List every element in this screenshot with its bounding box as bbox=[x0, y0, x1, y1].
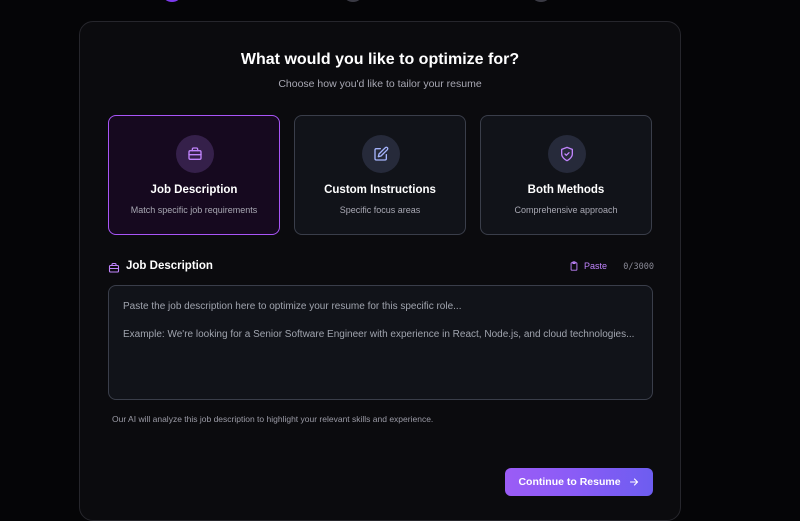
job-description-header: Job Description Paste 0/3000 bbox=[108, 260, 654, 276]
arrow-right-icon bbox=[629, 478, 638, 486]
option-title: Custom Instructions bbox=[324, 184, 436, 196]
page-subtitle: Choose how you'd like to tailor your res… bbox=[278, 78, 482, 90]
helper-text: Our AI will analyze this job description… bbox=[112, 414, 434, 424]
paste-label: Paste bbox=[584, 261, 608, 271]
continue-label: Continue to Resume bbox=[518, 476, 621, 488]
step-indicator-1 bbox=[163, 0, 181, 2]
option-description: Match specific job requirements bbox=[130, 205, 258, 215]
job-description-textarea[interactable]: Paste the job description here to optimi… bbox=[108, 285, 653, 400]
option-title: Job Description bbox=[150, 184, 238, 196]
placeholder-line-1: Paste the job description here to optimi… bbox=[123, 301, 462, 312]
option-title: Both Methods bbox=[527, 184, 605, 196]
optimization-panel: What would you like to optimize for? Cho… bbox=[79, 21, 681, 521]
shield-check-icon bbox=[548, 135, 586, 173]
paste-button[interactable]: Paste bbox=[569, 261, 607, 271]
step-indicator-2 bbox=[344, 0, 362, 2]
briefcase-icon bbox=[176, 135, 214, 173]
page-title: What would you like to optimize for? bbox=[240, 51, 520, 68]
progress-stepper bbox=[0, 0, 800, 6]
option-description: Specific focus areas bbox=[339, 205, 421, 215]
option-card-job-description[interactable]: Job Description Match specific job requi… bbox=[108, 115, 280, 235]
continue-to-resume-button[interactable]: Continue to Resume bbox=[505, 468, 653, 496]
character-count: 0/3000 bbox=[623, 262, 654, 272]
placeholder-line-2: Example: We're looking for a Senior Soft… bbox=[123, 329, 635, 340]
edit-icon bbox=[362, 135, 400, 173]
briefcase-icon bbox=[108, 261, 120, 279]
option-card-custom-instructions[interactable]: Custom Instructions Specific focus areas bbox=[294, 115, 466, 235]
option-card-both-methods[interactable]: Both Methods Comprehensive approach bbox=[480, 115, 652, 235]
step-indicator-3 bbox=[532, 0, 550, 2]
option-description: Comprehensive approach bbox=[514, 205, 618, 215]
clipboard-icon bbox=[570, 261, 578, 271]
section-title: Job Description bbox=[126, 260, 213, 272]
